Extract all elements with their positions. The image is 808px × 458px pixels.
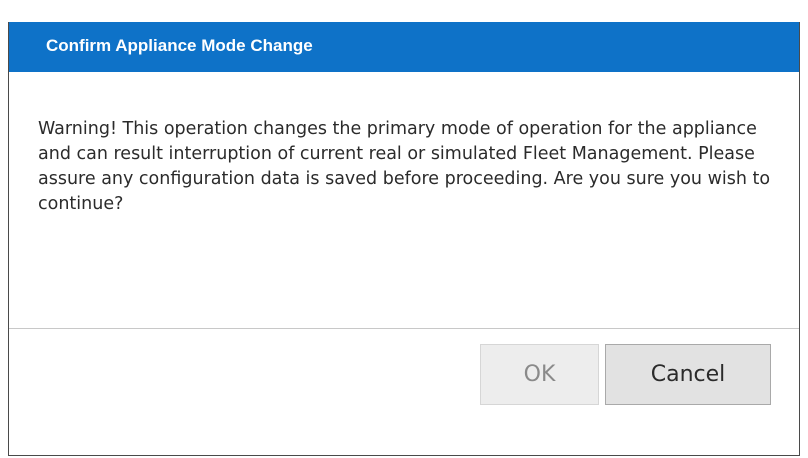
dialog-title: Confirm Appliance Mode Change — [46, 36, 313, 55]
warning-message: Warning! This operation changes the prim… — [38, 119, 771, 214]
cancel-button[interactable]: Cancel — [605, 344, 771, 405]
footer-divider — [9, 328, 799, 329]
dialog-titlebar: Confirm Appliance Mode Change — [9, 22, 799, 72]
confirm-dialog: Confirm Appliance Mode Change Warning! T… — [8, 22, 800, 456]
ok-button[interactable]: OK — [480, 344, 599, 405]
